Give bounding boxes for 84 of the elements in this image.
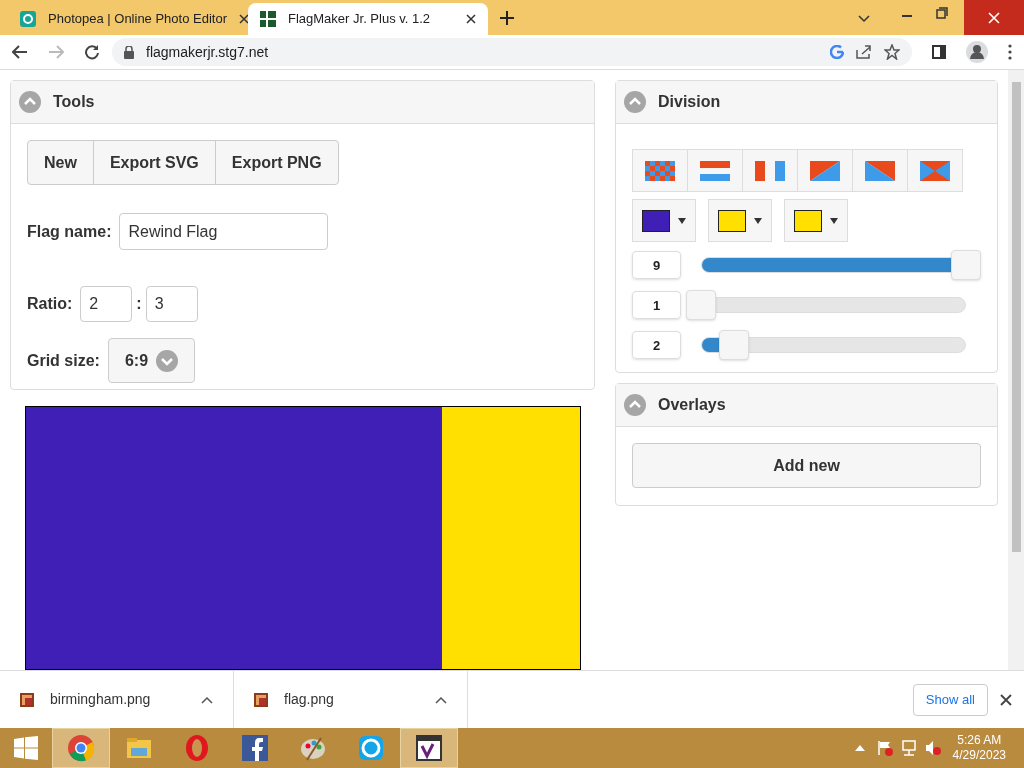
new-tab-icon[interactable] — [500, 11, 514, 25]
slider-thumb[interactable] — [951, 250, 981, 280]
panel-title: Division — [658, 92, 721, 112]
toolbar-button[interactable]: Export PNG — [214, 141, 338, 184]
forward-icon[interactable] — [48, 45, 64, 59]
toolbar-button[interactable]: New — [28, 141, 93, 184]
ratio-separator: : — [136, 294, 142, 314]
volume-muted-icon[interactable] — [924, 740, 941, 756]
close-icon[interactable] — [1000, 693, 1012, 706]
chevron-up-icon[interactable] — [854, 745, 865, 751]
chevron-up-icon — [435, 695, 447, 704]
slider-value-field[interactable]: 1 — [632, 291, 681, 319]
pattern-icon — [865, 160, 895, 181]
browser-tab[interactable]: Photopea | Online Photo Editor — [8, 3, 248, 35]
slider-value-field[interactable]: 2 — [632, 331, 681, 359]
clock-time: 5:26 AM — [957, 733, 1002, 748]
color-picker[interactable] — [632, 199, 696, 242]
side-panel-icon[interactable] — [932, 45, 946, 59]
chrome-icon — [67, 734, 95, 762]
image-file-icon — [254, 692, 268, 707]
network-icon[interactable] — [900, 740, 917, 756]
caret-icon — [754, 217, 762, 224]
chevron-down-icon[interactable] — [858, 15, 870, 23]
division-pattern-button[interactable] — [632, 149, 688, 192]
pattern-icon — [920, 160, 950, 181]
facebook-icon — [241, 734, 269, 762]
reload-icon[interactable] — [84, 44, 100, 60]
flag-alert-icon[interactable] — [876, 740, 893, 756]
color-picker[interactable] — [708, 199, 772, 242]
caret-icon — [678, 217, 686, 224]
close-icon — [239, 14, 249, 24]
close-window-button[interactable] — [964, 0, 1024, 35]
color-picker[interactable] — [784, 199, 848, 242]
field-label: Flag name: — [27, 221, 112, 242]
share-icon[interactable] — [856, 45, 872, 59]
ratio-field[interactable]: 3 — [145, 286, 198, 322]
field-label: Grid size: — [27, 350, 100, 371]
collapse-icon[interactable] — [624, 91, 646, 113]
division-pattern-button[interactable] — [852, 149, 908, 192]
close-icon — [988, 11, 1000, 24]
skype-icon — [357, 734, 385, 762]
chevron-up-icon — [201, 695, 213, 704]
browser-tab[interactable]: FlagMaker Jr. Plus v. 1.2 — [248, 3, 488, 35]
add-new-button[interactable]: Add new — [632, 443, 981, 488]
division-pattern-button[interactable] — [797, 149, 853, 192]
chevron-down-icon — [156, 349, 179, 372]
grid-size-dropdown[interactable]: 6:9 — [107, 338, 196, 383]
menu-icon[interactable] — [1008, 44, 1012, 60]
address-field[interactable]: flagmakerjr.stg7.net — [112, 38, 912, 66]
pattern-icon — [755, 160, 785, 181]
flag-name-field[interactable]: Rewind Flag — [119, 213, 329, 250]
opera-icon — [183, 734, 211, 762]
profile-icon[interactable] — [966, 41, 988, 63]
collapse-icon[interactable] — [624, 394, 646, 416]
division-pattern-button[interactable] — [742, 149, 798, 192]
slider-thumb[interactable] — [719, 330, 750, 360]
restore-icon[interactable] — [936, 7, 948, 19]
slider-value-field[interactable]: 9 — [632, 251, 681, 279]
back-icon[interactable] — [12, 45, 28, 59]
window-icon — [415, 734, 443, 762]
toolbar-button[interactable]: Export SVG — [92, 141, 215, 184]
image-file-icon — [20, 692, 34, 707]
pattern-icon — [700, 160, 730, 181]
division-pattern-button[interactable] — [687, 149, 743, 192]
taskbar-app[interactable] — [400, 728, 458, 768]
field-label: Ratio: — [27, 294, 73, 314]
division-pattern-button[interactable] — [907, 149, 963, 192]
collapse-icon[interactable] — [19, 91, 41, 113]
show-all-button[interactable]: Show all — [912, 683, 988, 716]
windows-start-icon[interactable] — [14, 736, 38, 760]
pattern-icon — [810, 160, 840, 181]
star-icon[interactable] — [884, 44, 900, 60]
pattern-icon — [645, 160, 675, 181]
clock-date: 4/29/2023 — [952, 748, 1006, 763]
close-icon — [466, 14, 476, 24]
ratio-field[interactable]: 2 — [80, 286, 133, 322]
lock-icon — [124, 45, 134, 59]
scrollbar[interactable] — [1008, 70, 1024, 670]
slider-thumb[interactable] — [686, 290, 716, 320]
photopea-icon — [20, 11, 36, 27]
panel-title: Overlays — [658, 395, 726, 415]
google-icon[interactable] — [830, 45, 844, 59]
caret-icon — [830, 217, 838, 224]
panel-title: Tools — [53, 92, 95, 112]
